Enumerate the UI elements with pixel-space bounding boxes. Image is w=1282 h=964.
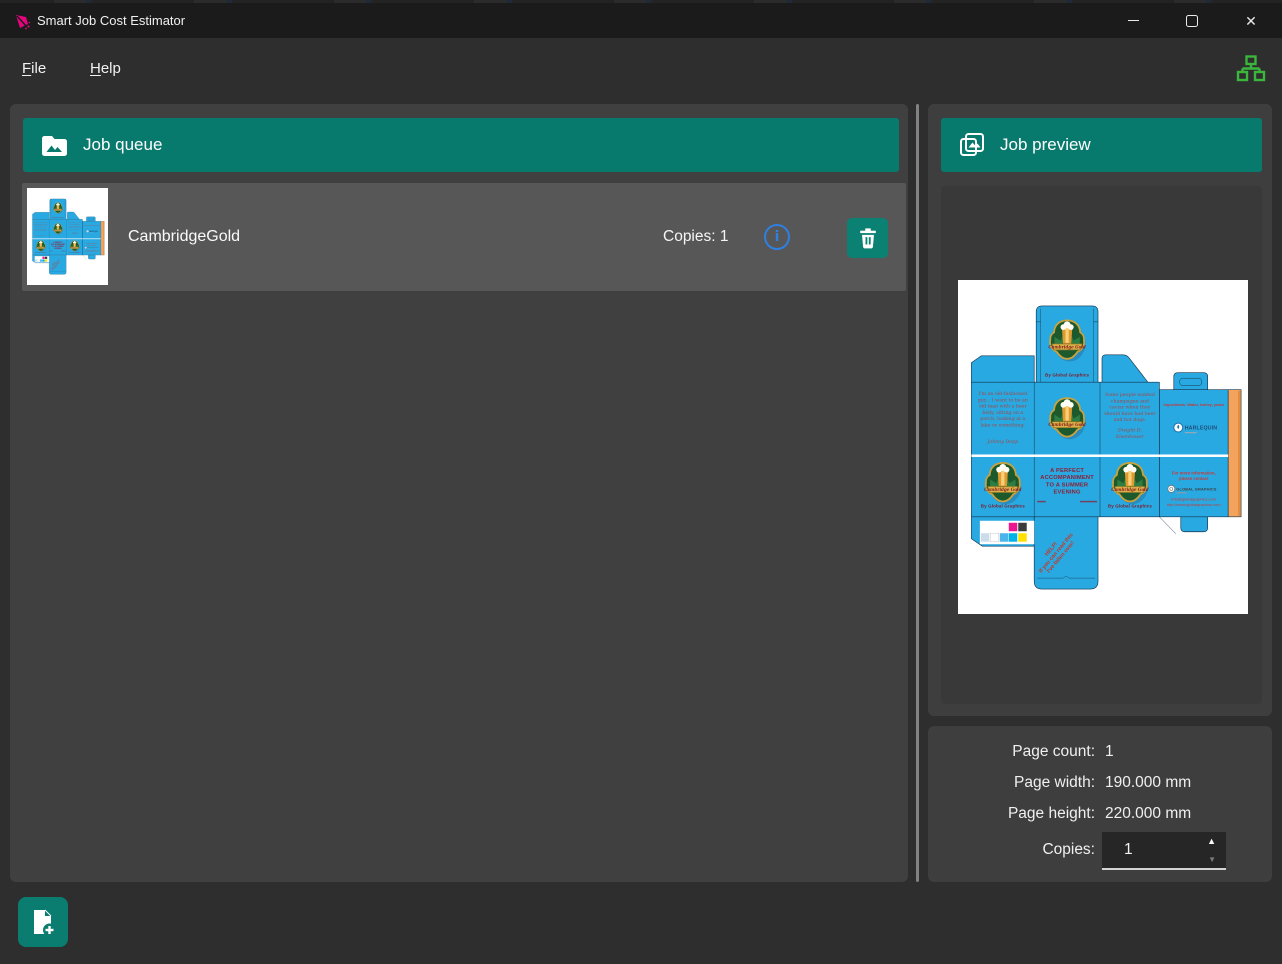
menu-file-accel: F (22, 60, 31, 77)
page-count-value: 1 (1105, 743, 1114, 761)
maximize-button[interactable] (1169, 3, 1215, 38)
folder-image-icon (41, 134, 68, 157)
page-height-row: Page height: 220.000 mm (928, 802, 1258, 826)
copies-label: Copies: (928, 832, 1095, 870)
job-preview-image (958, 280, 1248, 614)
copies-value[interactable]: 1 (1124, 832, 1133, 868)
app-logo-icon (13, 12, 33, 32)
delete-job-button[interactable] (847, 218, 888, 258)
info-icon[interactable]: i (764, 224, 790, 250)
menu-help[interactable]: Help (90, 56, 121, 82)
add-job-button[interactable] (18, 897, 68, 947)
trash-icon (857, 227, 879, 250)
maximize-icon (1186, 15, 1198, 27)
page-width-value: 190.000 mm (1105, 774, 1191, 792)
photo-stack-icon (959, 132, 985, 158)
spin-up-button[interactable]: ▲ (1207, 837, 1216, 846)
menu-help-accel: H (90, 60, 101, 77)
job-preview-header: Job preview (941, 118, 1262, 172)
menu-help-rest: elp (101, 60, 121, 77)
job-details-panel: Page count: 1 Page width: 190.000 mm Pag… (928, 726, 1272, 882)
job-name: CambridgeGold (128, 183, 240, 291)
page-height-value: 220.000 mm (1105, 805, 1191, 823)
job-queue-panel: Job queue CambridgeGold Copies: 1 i (10, 104, 908, 882)
job-thumbnail (27, 188, 108, 285)
job-row[interactable]: CambridgeGold Copies: 1 i (22, 183, 906, 291)
info-glyph: i (775, 229, 780, 245)
page-count-label: Page count: (928, 743, 1095, 761)
panel-splitter[interactable] (916, 104, 919, 882)
page-count-row: Page count: 1 (928, 740, 1258, 764)
add-file-icon (30, 908, 56, 936)
copies-stepper[interactable]: 1 ▲ ▼ (1102, 832, 1226, 870)
minimize-button[interactable] (1110, 3, 1156, 38)
job-queue-header: Job queue (23, 118, 899, 172)
titlebar: Smart Job Cost Estimator ✕ (0, 3, 1282, 38)
window-title: Smart Job Cost Estimator (37, 3, 185, 38)
minimize-icon (1128, 20, 1139, 21)
job-preview-panel: Job preview (928, 104, 1272, 716)
job-preview-title: Job preview (1000, 135, 1091, 155)
menu-file-rest: ile (31, 60, 46, 77)
spin-down-button[interactable]: ▼ (1208, 856, 1216, 864)
network-status-icon[interactable] (1236, 54, 1266, 84)
close-icon: ✕ (1245, 14, 1257, 28)
close-button[interactable]: ✕ (1228, 3, 1274, 38)
page-width-label: Page width: (928, 774, 1095, 792)
page-height-label: Page height: (928, 805, 1095, 823)
job-copies-label: Copies: 1 (663, 183, 728, 291)
menu-file[interactable]: File (22, 56, 46, 82)
page-width-row: Page width: 190.000 mm (928, 771, 1258, 795)
job-queue-title: Job queue (83, 135, 162, 155)
